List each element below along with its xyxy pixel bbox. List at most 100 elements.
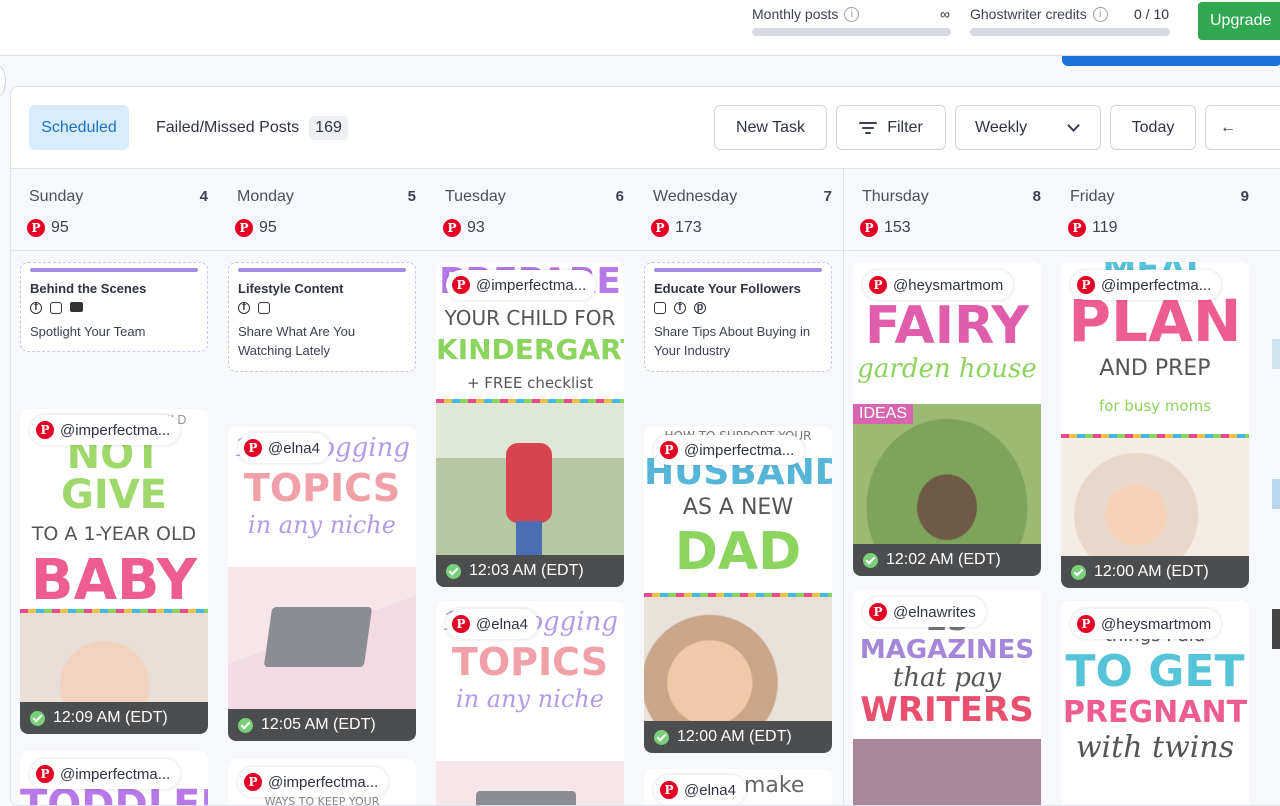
top-bar: Monthly posts i ∞ Ghostwriter credits i 0 … bbox=[0, 0, 1280, 56]
day-header: Thursday 8 P 153 bbox=[844, 169, 1052, 251]
post-time-text: 12:03 AM (EDT) bbox=[469, 562, 584, 579]
pinterest-icon: P bbox=[660, 441, 678, 459]
pin-text: AS A NEW bbox=[682, 495, 794, 520]
filter-label: Filter bbox=[887, 118, 923, 136]
scheduled-post-card[interactable]: 15 MAGAZINES that pay WRITERS P@elnawrit… bbox=[853, 589, 1041, 805]
pin-text: MAGAZINES bbox=[859, 635, 1035, 665]
idea-title: Lifestyle Content bbox=[238, 281, 344, 296]
day-header: Friday 9 P 119 bbox=[1052, 169, 1260, 251]
scheduled-post-card[interactable]: PREPARE YOUR CHILD FOR KINDERGARTEN + FR… bbox=[436, 262, 624, 587]
scheduled-post-card[interactable]: HOW TO SUPPORT YOUR HUSBAND AS A NEW DAD… bbox=[644, 427, 832, 753]
day-column-wednesday: Wednesday 7 P 173 Educate Your Followers … bbox=[635, 169, 844, 805]
prev-week-button[interactable]: ← bbox=[1205, 105, 1280, 150]
pin-count-value: 173 bbox=[675, 219, 702, 236]
scheduled-post-card[interactable]: things I did TO GET PREGNANT with twins … bbox=[1061, 601, 1249, 805]
filter-button[interactable]: Filter bbox=[836, 105, 946, 150]
content-idea-card[interactable]: Lifestyle Content f Share What Are You W… bbox=[228, 262, 416, 372]
pinterest-icon: P bbox=[36, 421, 54, 439]
account-handle: P @elnawrites bbox=[863, 597, 986, 627]
pin-count: P 95 bbox=[235, 219, 277, 237]
pin-count-value: 93 bbox=[467, 219, 485, 236]
pin-text: in any niche bbox=[456, 685, 604, 713]
pin-text: that pay bbox=[892, 663, 1002, 693]
pin-photo bbox=[853, 739, 1041, 805]
account-handle: P @imperfectma... bbox=[30, 759, 181, 789]
day-name: Monday bbox=[237, 188, 294, 205]
scheduled-post-card[interactable]: 100 Blogging TOPICS in any niche P@elna4… bbox=[228, 427, 416, 741]
day-header bbox=[1260, 169, 1280, 251]
info-icon[interactable]: i bbox=[844, 6, 860, 22]
pin-text: make bbox=[744, 773, 805, 798]
calendar-toolbar: Scheduled Failed/Missed Posts 169 New Ta… bbox=[11, 87, 1280, 169]
handle-text: @elna4 bbox=[684, 781, 736, 799]
pin-text: TO A 1-YEAR OLD bbox=[31, 523, 197, 545]
day-column-sunday: Sunday 4 P 95 Behind the Scenes f Spotlig… bbox=[11, 169, 220, 805]
pin-text: DAD bbox=[674, 522, 802, 582]
sidebar-toggle[interactable] bbox=[0, 66, 6, 96]
new-task-button[interactable]: New Task bbox=[714, 105, 827, 150]
account-handle: P @elna4 bbox=[238, 433, 330, 463]
handle-text: @elnawrites bbox=[893, 603, 976, 621]
scheduled-post-card[interactable]: make P @elna4 bbox=[644, 769, 832, 805]
tab-failed-label: Failed/Missed Posts bbox=[156, 118, 300, 136]
account-handle: P @elna4 bbox=[446, 609, 538, 639]
pin-text: AND PREP bbox=[1099, 356, 1211, 381]
pin-text: YOUR CHILD FOR bbox=[444, 306, 616, 330]
pin-text: TOPICS bbox=[243, 466, 401, 510]
tab-scheduled[interactable]: Scheduled bbox=[29, 105, 129, 150]
pin-text: TO GET bbox=[1065, 646, 1245, 697]
post-time-text: 12:05 AM (EDT) bbox=[261, 716, 376, 733]
monthly-posts-bar bbox=[752, 28, 951, 36]
pin-count: P 173 bbox=[651, 219, 702, 237]
content-idea-card[interactable]: Behind the Scenes f Spotlight Your Team bbox=[20, 262, 208, 352]
create-button-edge[interactable] bbox=[1062, 56, 1280, 66]
day-header: Tuesday 6 P 93 bbox=[427, 169, 635, 251]
handle-text: @heysmartmom bbox=[1101, 615, 1212, 633]
scheduled-post-card[interactable]: MEAL PLAN AND PREP for busy moms P@imper… bbox=[1061, 262, 1249, 588]
email-icon bbox=[70, 302, 83, 312]
day-date: 6 bbox=[615, 188, 624, 205]
day-name: Thursday bbox=[862, 188, 929, 205]
ghostwriter-label: Ghostwriter credits bbox=[970, 6, 1087, 22]
filter-icon bbox=[859, 121, 878, 135]
facebook-icon: f bbox=[238, 302, 250, 314]
scheduled-post-card[interactable]: 100 Blogging TOPICS in any niche P@elna4 bbox=[436, 601, 624, 805]
day-column-saturday bbox=[1260, 169, 1280, 805]
day-header: Monday 5 P 95 bbox=[219, 169, 427, 251]
scheduled-post-card[interactable]: FAIRY garden house IDEAS P @heysmartmom 1… bbox=[853, 262, 1041, 576]
pin-text: in any niche bbox=[248, 511, 396, 539]
pinterest-icon: P bbox=[452, 615, 470, 633]
day-date: 8 bbox=[1032, 188, 1041, 205]
info-icon[interactable]: i bbox=[1092, 6, 1108, 22]
scheduled-post-card[interactable]: WAYS TO KEEP YOUR P @imperfectma... bbox=[228, 759, 416, 805]
arrow-left-icon: ← bbox=[1220, 118, 1236, 136]
account-handle: P @elna4 bbox=[654, 775, 746, 805]
scheduled-post-card[interactable]: 10 FOODS YOU SHOULD NOT GIVE TO A 1-YEAR… bbox=[20, 409, 208, 734]
account-handle: P @imperfectma... bbox=[446, 270, 597, 300]
tab-failed-missed[interactable]: Failed/Missed Posts 169 bbox=[156, 105, 348, 150]
idea-accent-line bbox=[238, 268, 406, 272]
calendar-panel: Scheduled Failed/Missed Posts 169 New Ta… bbox=[10, 86, 1280, 806]
chevron-down-icon bbox=[1067, 118, 1080, 132]
day-column-monday: Monday 5 P 95 Lifestyle Content f Share W… bbox=[219, 169, 428, 805]
today-button[interactable]: Today bbox=[1110, 105, 1196, 150]
scheduled-post-card[interactable]: TODDLER P@imperfectma... bbox=[20, 751, 208, 805]
pin-count: P 153 bbox=[860, 219, 911, 237]
post-time: 12:09 AM (EDT) bbox=[20, 702, 208, 734]
handle-text: @imperfectma... bbox=[60, 765, 171, 783]
content-idea-card[interactable]: Educate Your Followers fp Share Tips Abo… bbox=[644, 262, 832, 372]
post-time: 12:03 AM (EDT) bbox=[436, 555, 624, 587]
upgrade-button[interactable]: Upgrade bbox=[1198, 2, 1280, 40]
day-header: Wednesday 7 P 173 bbox=[635, 169, 843, 251]
pin-text: WRITERS bbox=[860, 690, 1034, 730]
pin-text: BABY bbox=[30, 548, 198, 613]
view-select[interactable]: Weekly bbox=[955, 105, 1101, 150]
post-time: 12:00 AM (EDT) bbox=[1061, 556, 1249, 588]
pin-photo bbox=[436, 761, 624, 805]
idea-description: Share Tips About Buying in Your Industry bbox=[654, 324, 811, 358]
instagram-icon bbox=[50, 302, 62, 314]
facebook-icon: f bbox=[30, 302, 42, 314]
day-column-thursday: Thursday 8 P 153 FAIRY garden house IDEAS… bbox=[844, 169, 1053, 805]
day-name: Friday bbox=[1070, 188, 1115, 205]
post-time: 12:05 AM (EDT) bbox=[228, 709, 416, 741]
